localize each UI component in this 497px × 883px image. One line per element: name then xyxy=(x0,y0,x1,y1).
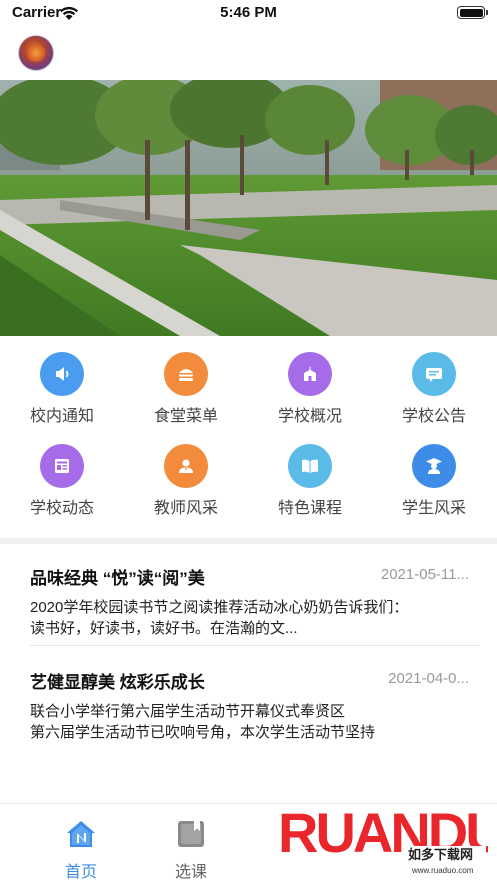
banner-image[interactable] xyxy=(0,80,497,336)
news-summary: 联合小学举行第六届学生活动节开幕仪式奉贤区 第六届学生活动节已吹响号角，本次学生… xyxy=(30,701,480,743)
battery-icon xyxy=(457,6,488,19)
news-item[interactable]: 品味经典 “悦”读“阅”美 2021-05-11... 2020学年校园读书节之… xyxy=(0,556,497,648)
news-summary-line: 联合小学举行第六届学生活动节开幕仪式奉贤区 xyxy=(30,703,346,720)
news-date: 2021-05-11... xyxy=(380,566,469,583)
grid-item-featured-courses[interactable]: 特色课程 xyxy=(248,436,372,526)
news-summary-line: 读书好，好读书，读好书。在浩瀚的文... xyxy=(30,620,298,637)
grid-label: 学校动态 xyxy=(29,500,94,517)
grid-item-school-announcement[interactable]: 学校公告 xyxy=(372,344,496,434)
grid-item-teacher-profile[interactable]: 教师风采 xyxy=(124,436,248,526)
function-grid: 校内通知 食堂菜单 学校概况 学校公告 学校动态 教师风采 特色课程 学生风采 xyxy=(0,344,497,534)
school-building-icon xyxy=(288,352,332,396)
section-divider xyxy=(0,538,497,544)
graduate-icon xyxy=(412,444,456,488)
status-bar: Carrier 5:46 PM xyxy=(0,0,497,28)
tab-course-select[interactable]: 选课 xyxy=(161,816,221,881)
news-summary-line: 第六届学生活动节已吹响号角，本次学生活动节坚持 xyxy=(30,724,376,741)
message-icon xyxy=(412,352,456,396)
user-avatar[interactable] xyxy=(18,35,54,71)
grid-item-canteen-menu[interactable]: 食堂菜单 xyxy=(124,344,248,434)
home-icon xyxy=(67,821,95,847)
tab-home[interactable]: 首页 xyxy=(51,816,111,881)
news-title: 品味经典 “悦”读“阅”美 xyxy=(30,569,205,588)
book-icon xyxy=(288,444,332,488)
news-separator xyxy=(30,645,480,646)
grid-label: 食堂菜单 xyxy=(153,408,218,425)
teacher-icon xyxy=(164,444,208,488)
grid-item-school-overview[interactable]: 学校概况 xyxy=(248,344,372,434)
watermark-text: 如多下载网 xyxy=(408,847,473,863)
speaker-icon xyxy=(40,352,84,396)
grid-item-student-profile[interactable]: 学生风采 xyxy=(372,436,496,526)
burger-icon xyxy=(164,352,208,396)
news-title: 艺健显醇美 炫彩乐成长 xyxy=(30,673,205,692)
status-time: 5:46 PM xyxy=(220,4,277,21)
news-summary: 2020学年校园读书节之阅读推荐活动冰心奶奶告诉我们： 读书好，好读书，读好书。… xyxy=(30,597,480,639)
grid-item-school-news[interactable]: 学校动态 xyxy=(0,436,124,526)
course-select-icon xyxy=(178,821,204,847)
grid-label: 学校公告 xyxy=(401,408,466,425)
news-icon xyxy=(40,444,84,488)
tab-label: 选课 xyxy=(174,864,207,881)
grid-item-campus-notice[interactable]: 校内通知 xyxy=(0,344,124,434)
watermark-logo: RUANDUO 如多下载网 www.ruaduo.com xyxy=(278,801,488,875)
watermark-url: www.ruaduo.com xyxy=(411,866,474,875)
news-item[interactable]: 艺健显醇美 炫彩乐成长 2021-04-0... 联合小学举行第六届学生活动节开… xyxy=(0,660,497,752)
grid-label: 学校概况 xyxy=(277,408,342,425)
tab-label: 首页 xyxy=(64,864,97,881)
news-date: 2021-04-0... xyxy=(388,670,469,687)
grid-label: 教师风采 xyxy=(153,500,218,517)
grid-label: 学生风采 xyxy=(401,500,466,517)
campus-photo xyxy=(0,80,497,336)
grid-label: 校内通知 xyxy=(29,408,94,425)
news-summary-line: 2020学年校园读书节之阅读推荐活动冰心奶奶告诉我们： xyxy=(30,599,409,616)
grid-label: 特色课程 xyxy=(277,500,342,517)
